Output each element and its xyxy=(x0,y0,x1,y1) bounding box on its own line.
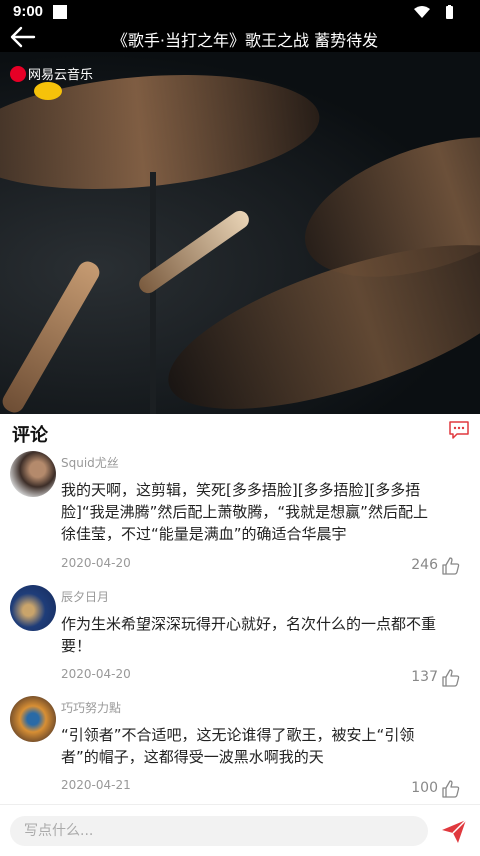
video-frame-stand xyxy=(150,172,156,414)
comment-text: “引领者”不合适吧，这无论谁得了歌王，被安上“引领者”的帽子，这都得受一波黑水啊… xyxy=(61,726,415,766)
wifi-battery-icon xyxy=(414,5,453,19)
comment-item: Squid尤丝 我的天啊，这剪辑，笑死[多多捂脸][多多捂脸][多多捂脸]“我是… xyxy=(0,451,480,576)
video-player[interactable]: 网易云音乐 xyxy=(0,52,480,414)
thumbs-up-icon[interactable] xyxy=(442,780,460,798)
send-icon[interactable] xyxy=(440,817,468,845)
comment-date: 2020-04-21 xyxy=(61,778,131,792)
watermark-text: 网易云音乐 xyxy=(28,68,94,83)
like-count: 100 xyxy=(411,780,438,796)
avatar[interactable] xyxy=(10,585,56,631)
page-title: 《歌手·当打之年》歌王之战 蓄势待发 xyxy=(111,31,379,50)
video-watermark: 网易云音乐 xyxy=(10,64,94,83)
comment-input-bar xyxy=(0,804,480,856)
comment-date: 2020-04-20 xyxy=(61,556,131,570)
channel-logo-icon xyxy=(34,82,62,100)
like-count: 246 xyxy=(411,557,438,573)
comment-username[interactable]: 辰夕日月 xyxy=(61,588,109,605)
thumbs-up-icon[interactable] xyxy=(442,669,460,687)
comment-date: 2020-04-20 xyxy=(61,667,131,681)
video-frame-drumstick xyxy=(0,257,104,414)
comments-header: 评论 xyxy=(0,414,480,448)
status-time: 9:00 xyxy=(13,3,44,20)
netease-music-logo-icon xyxy=(10,65,26,82)
comment-input[interactable] xyxy=(10,816,428,846)
notification-icon xyxy=(53,5,67,19)
comment-bubble-icon[interactable] xyxy=(448,420,470,440)
like-count: 137 xyxy=(411,669,438,685)
avatar[interactable] xyxy=(10,696,56,742)
avatar[interactable] xyxy=(10,451,56,497)
status-bar: 9:00 xyxy=(0,0,480,24)
comment-username[interactable]: Squid尤丝 xyxy=(61,454,119,471)
comments-title: 评论 xyxy=(12,425,48,446)
thumbs-up-icon[interactable] xyxy=(442,557,460,575)
comment-text: 我的天啊，这剪辑，笑死[多多捂脸][多多捂脸][多多捂脸]“我是沸腾”然后配上萧… xyxy=(61,481,428,543)
comment-item: 辰夕日月 作为生米希望深深玩得开心就好，名次什么的一点都不重要！ 2020-04… xyxy=(0,585,480,687)
comment-username[interactable]: 巧巧努力點 xyxy=(61,699,121,716)
back-arrow-icon[interactable] xyxy=(10,26,36,48)
comment-item: 巧巧努力點 “引领者”不合适吧，这无论谁得了歌王，被安上“引领者”的帽子，这都得… xyxy=(0,696,480,800)
comment-text: 作为生米希望深深玩得开心就好，名次什么的一点都不重要！ xyxy=(61,615,437,655)
title-bar: 《歌手·当打之年》歌王之战 蓄势待发 xyxy=(0,24,480,52)
